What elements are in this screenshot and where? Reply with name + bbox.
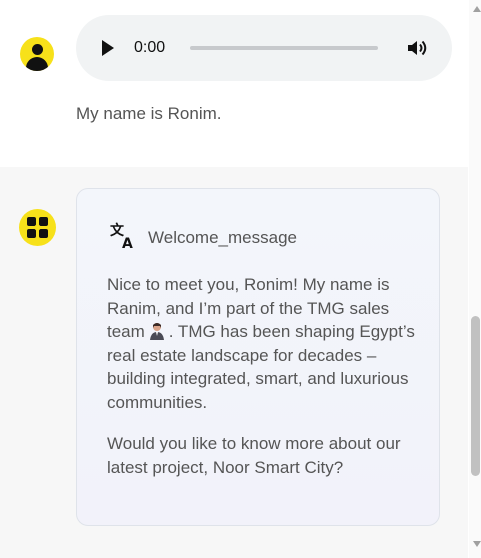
user-avatar <box>20 37 54 71</box>
bot-avatar <box>19 209 56 246</box>
businesswoman-emoji-icon <box>148 322 166 340</box>
translate-icon[interactable]: 文 A <box>109 222 137 250</box>
bot-logo-icon <box>27 217 48 238</box>
audio-time: 0:00 <box>134 39 166 56</box>
scroll-up-icon[interactable] <box>473 6 481 12</box>
welcome-card: 文 A Welcome_message Nice to meet you, Ro… <box>76 188 440 526</box>
svg-text:A: A <box>122 236 133 250</box>
volume-icon[interactable] <box>406 38 430 58</box>
card-paragraph-1: Nice to meet you, Ronim! My name is Rani… <box>107 273 419 414</box>
user-message: My name is Ronim. <box>76 104 222 123</box>
play-icon[interactable] <box>102 40 114 56</box>
card-title: Welcome_message <box>148 228 297 247</box>
scroll-thumb[interactable] <box>471 316 480 476</box>
audio-progress-track[interactable] <box>190 46 378 50</box>
card-paragraph-2: Would you like to know more about our la… <box>107 434 401 477</box>
scroll-down-icon[interactable] <box>473 541 481 547</box>
audio-player: 0:00 <box>76 15 452 81</box>
